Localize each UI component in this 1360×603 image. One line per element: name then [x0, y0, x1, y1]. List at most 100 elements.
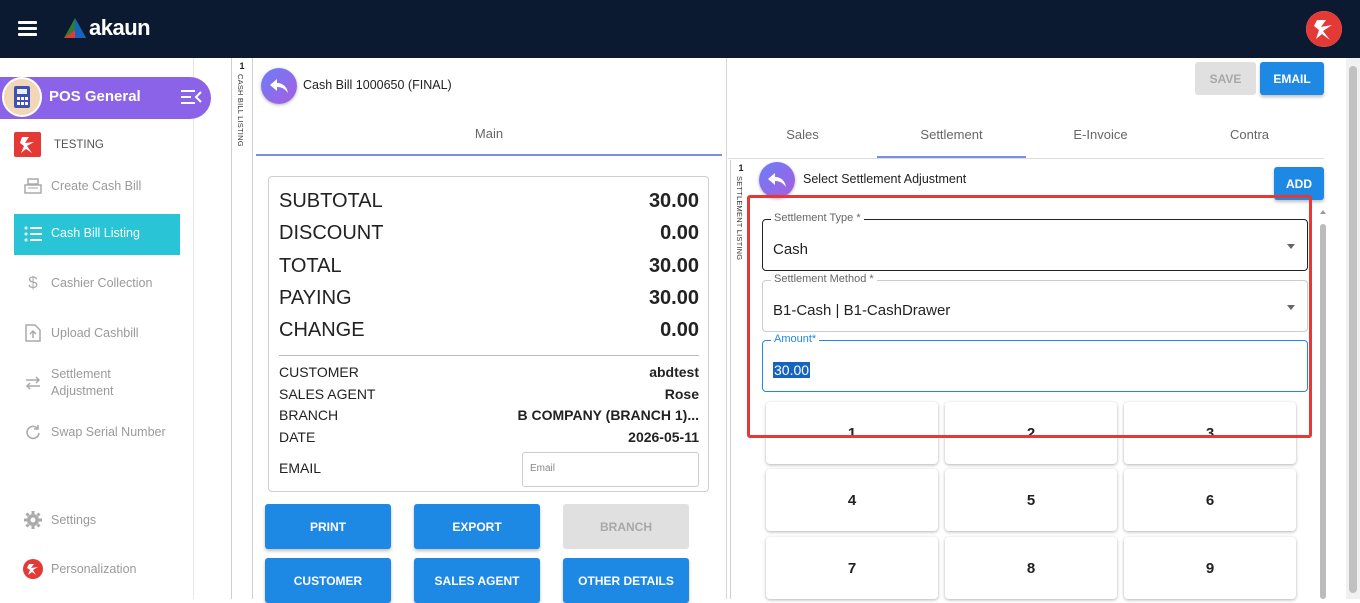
settlement-type-value: Cash	[773, 241, 809, 258]
page-scroll-thumb[interactable]	[1349, 66, 1357, 593]
keypad-key-3[interactable]: 3	[1124, 402, 1296, 464]
list-icon	[24, 226, 42, 247]
top-bar: akaun	[0, 0, 1360, 58]
summary-row-subtotal: SUBTOTAL 30.00	[279, 190, 699, 213]
sidebar-item-cashier-collection[interactable]: $ Cashier Collection	[0, 273, 194, 293]
settlement-type-label: Settlement Type *	[771, 212, 864, 224]
settlement-type-select[interactable]: Settlement Type * Cash	[762, 212, 1308, 271]
summary-value: 0.00	[660, 222, 699, 244]
sidebar-item-cash-bill-listing[interactable]: Cash Bill Listing	[14, 214, 180, 255]
pos-app-icon	[2, 77, 42, 117]
sidebar-item-create-cash-bill[interactable]: Create Cash Bill	[0, 176, 194, 196]
divider	[279, 355, 699, 356]
cash-register-icon	[23, 176, 43, 196]
tab-divider	[728, 158, 1324, 159]
page-scrollbar[interactable]	[1346, 58, 1360, 599]
summary-value: 30.00	[648, 190, 699, 212]
amount-input[interactable]: Amount* 30.00	[762, 333, 1308, 392]
keypad-key-5[interactable]: 5	[945, 469, 1117, 531]
info-row-date: DATE 2026-05-11	[279, 429, 699, 445]
tab-e-invoice[interactable]: E-Invoice	[1026, 127, 1175, 158]
cash-bill-listing-strip[interactable]: 1 CASH BILL LISTING	[231, 58, 253, 599]
sidebar-item-label: Upload Cashbill	[51, 325, 139, 340]
org-selector[interactable]: TESTING	[14, 132, 104, 157]
settlement-strip-label: SETTLEMENT LISTING	[735, 176, 744, 261]
chevron-down-icon	[1287, 305, 1295, 310]
sales-agent-button[interactable]: SALES AGENT	[414, 558, 540, 603]
scroll-up-icon[interactable]	[1320, 210, 1326, 214]
app-header[interactable]: POS General	[0, 77, 211, 119]
menu-icon[interactable]	[18, 21, 37, 36]
summary-row-total: TOTAL 30.00	[279, 255, 699, 278]
sidebar-item-label: Settings	[51, 512, 97, 527]
brand-icon	[23, 559, 43, 579]
listing-count: 1	[239, 61, 245, 71]
save-button[interactable]: SAVE	[1195, 62, 1256, 95]
sidebar-item-upload-cashbill[interactable]: Upload Cashbill	[0, 323, 194, 343]
info-value: abdtest	[649, 364, 699, 380]
tab-settlement[interactable]: Settlement	[877, 127, 1026, 158]
settlement-scroll-thumb[interactable]	[1320, 224, 1326, 599]
export-button[interactable]: EXPORT	[414, 504, 540, 549]
keypad-key-1[interactable]: 1	[766, 402, 938, 464]
summary-label: DISCOUNT	[279, 222, 384, 244]
keypad-key-8[interactable]: 8	[945, 537, 1117, 599]
sidebar-item-label: Create Cash Bill	[51, 178, 142, 193]
sidebar-item-label: Swap Serial Number	[51, 424, 166, 439]
back-button[interactable]	[261, 68, 297, 104]
info-label: BRANCH	[279, 407, 339, 423]
keypad-key-6[interactable]: 6	[1124, 469, 1296, 531]
settlement-scrollbar[interactable]	[1318, 210, 1328, 599]
collapse-menu-icon[interactable]	[181, 89, 203, 105]
dollar-icon: $	[28, 273, 38, 292]
branch-button[interactable]: BRANCH	[563, 504, 689, 549]
sidebar-item-personalization[interactable]: Personalization	[0, 559, 194, 579]
summary-label: CHANGE	[279, 319, 365, 341]
other-details-button[interactable]: OTHER DETAILS	[563, 558, 689, 603]
akaun-logo[interactable]: akaun	[64, 15, 151, 41]
back-arrow-icon	[270, 79, 288, 93]
email-input[interactable]: Email	[522, 452, 699, 487]
summary-value: 30.00	[648, 287, 699, 309]
sidebar-item-swap-serial-number[interactable]: Swap Serial Number	[0, 422, 194, 442]
keypad-key-4[interactable]: 4	[766, 469, 938, 531]
keypad-key-9[interactable]: 9	[1124, 537, 1296, 599]
settlement-listing-strip[interactable]: 1 SETTLEMENT LISTING	[730, 160, 750, 599]
gear-icon	[23, 510, 43, 530]
settlement-back-button[interactable]	[759, 162, 795, 198]
sidebar: POS General TESTING Create Cash Bill Cas…	[0, 58, 211, 599]
print-button[interactable]: PRINT	[265, 504, 391, 549]
customer-button[interactable]: CUSTOMER	[265, 558, 391, 603]
info-value: B COMPANY (BRANCH 1)...	[517, 407, 700, 423]
summary-value: 0.00	[660, 319, 699, 341]
chevron-down-icon	[1287, 244, 1295, 249]
amount-value: 30.00	[773, 362, 811, 378]
info-value: Rose	[664, 386, 699, 402]
cash-bill-title: Cash Bill 1000650 (FINAL)	[303, 78, 452, 92]
sidebar-item-label-line2: Adjustment	[51, 384, 114, 398]
info-label: EMAIL	[279, 460, 322, 476]
add-button[interactable]: ADD	[1274, 167, 1324, 200]
keypad-key-2[interactable]: 2	[945, 402, 1117, 464]
sidebar-item-settlement-adjustment[interactable]: Settlement Adjustment	[0, 365, 194, 401]
upload-file-icon	[23, 323, 43, 343]
tab-sales[interactable]: Sales	[728, 127, 877, 158]
info-label: SALES AGENT	[279, 386, 376, 402]
sidebar-item-settings[interactable]: Settings	[0, 510, 194, 530]
sidebar-item-label: Personalization	[51, 561, 137, 576]
email-button[interactable]: EMAIL	[1260, 62, 1324, 95]
summary-label: PAYING	[279, 287, 352, 309]
app-title: POS General	[49, 88, 141, 105]
swap-arrows-icon	[23, 373, 43, 393]
bill-summary-card: SUBTOTAL 30.00 DISCOUNT 0.00 TOTAL 30.00 PA…	[268, 176, 709, 492]
keypad-key-7[interactable]: 7	[766, 537, 938, 599]
settlement-count: 1	[738, 163, 744, 173]
tab-contra[interactable]: Contra	[1175, 127, 1324, 158]
back-arrow-icon	[768, 173, 786, 187]
settlement-method-select[interactable]: Settlement Method * B1-Cash | B1-CashDra…	[762, 273, 1308, 332]
info-row-customer: CUSTOMER abdtest	[279, 364, 699, 380]
user-avatar[interactable]	[1306, 11, 1342, 47]
tab-main[interactable]: Main	[256, 118, 722, 156]
sidebar-item-label: Cash Bill Listing	[51, 226, 140, 240]
info-row-sales-agent: SALES AGENT Rose	[279, 386, 699, 402]
